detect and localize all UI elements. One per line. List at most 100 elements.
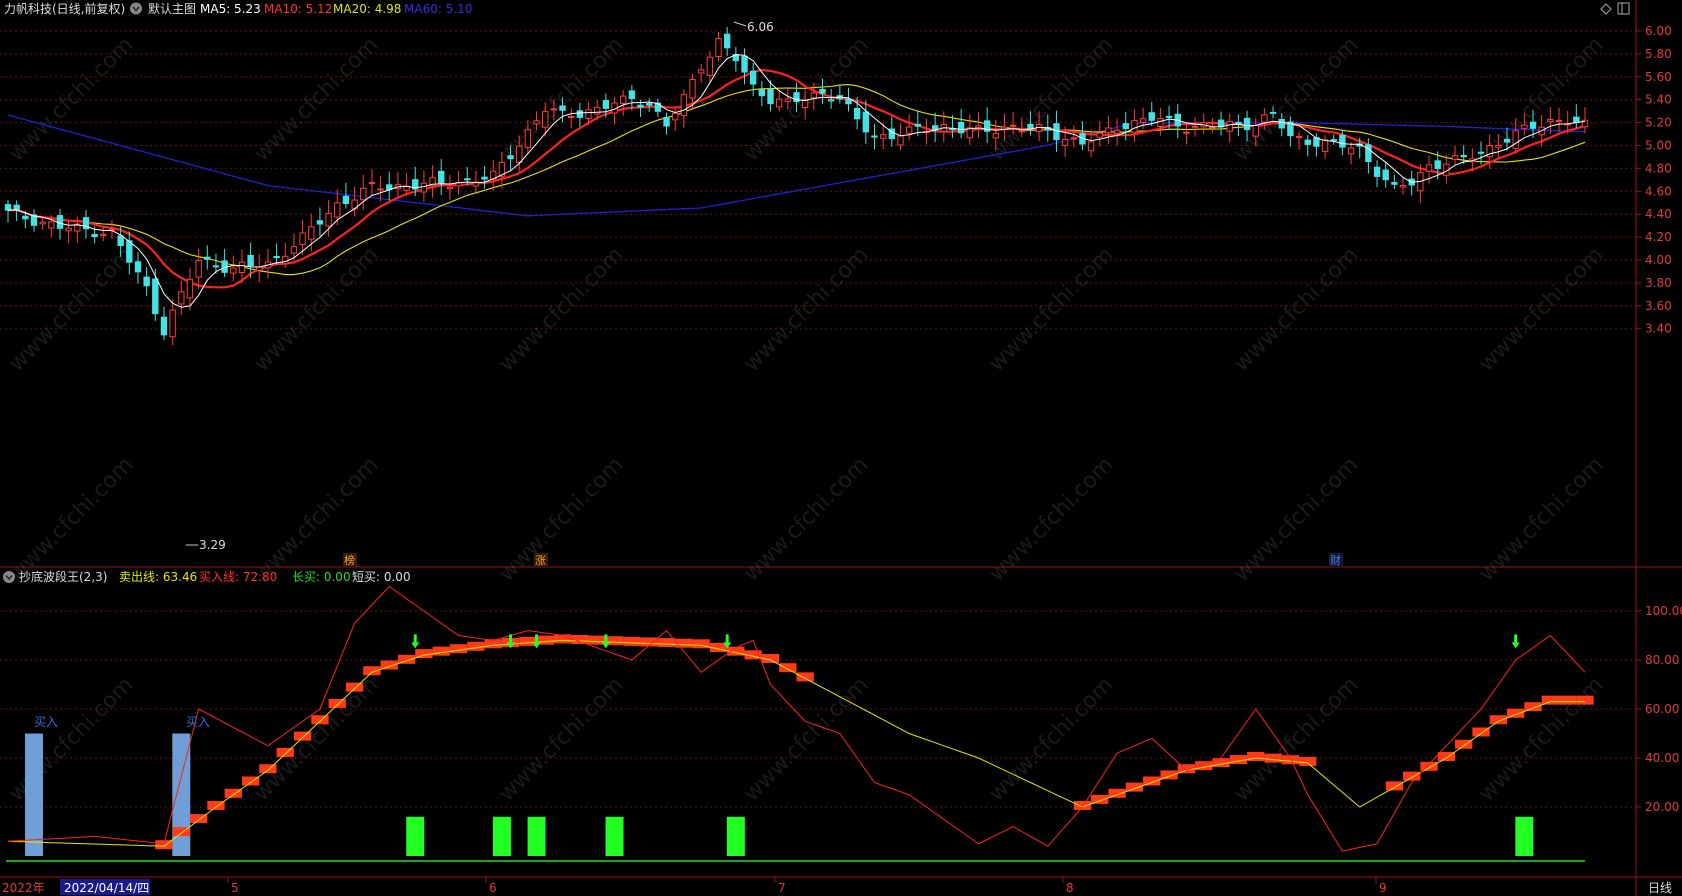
candle-body: [698, 69, 705, 74]
candle-body: [1434, 160, 1441, 170]
high-value: 6.06: [747, 20, 774, 34]
candle-body: [1061, 138, 1069, 146]
candle-body: [420, 182, 428, 193]
view-name[interactable]: 默认主图: [148, 1, 196, 16]
candle-body: [827, 99, 835, 102]
candle-body: [195, 259, 202, 278]
candle-body: [507, 155, 514, 160]
candle-body: [1555, 119, 1563, 122]
candle-body: [1009, 124, 1017, 127]
event-marker-rank[interactable]: 榜: [343, 553, 357, 567]
indicator-settings-icon[interactable]: [3, 571, 15, 583]
event-marker-finance[interactable]: 财: [1329, 553, 1343, 567]
candle-body: [464, 178, 471, 181]
candle-body: [4, 204, 12, 211]
candle-body: [646, 103, 653, 106]
candle-body: [749, 70, 757, 85]
candle-body: [152, 278, 159, 315]
candle-body: [1243, 117, 1251, 131]
candle-body: [1304, 139, 1311, 145]
candle-body: [992, 132, 999, 139]
price-tick: 4.20: [1645, 230, 1672, 244]
current-date: 2022/04/14/四: [64, 881, 149, 895]
step-block: [467, 641, 485, 651]
indicator-name[interactable]: 抄底波段王(2,3): [19, 569, 107, 584]
candle-body: [1261, 114, 1268, 123]
candle-body: [914, 123, 921, 127]
price-tick: 5.00: [1645, 139, 1672, 153]
candle-body: [1495, 144, 1502, 148]
candle-body: [169, 309, 176, 338]
candle-body: [1018, 130, 1025, 133]
candle-body: [637, 104, 644, 108]
candle-body: [594, 106, 601, 115]
price-tick: 4.40: [1645, 207, 1672, 221]
candle-body: [533, 120, 540, 125]
candle-body: [1382, 169, 1389, 181]
signal-bar: [605, 816, 624, 856]
candle-body: [672, 112, 679, 121]
candle-body: [689, 79, 696, 99]
period-label[interactable]: 日线: [1648, 881, 1672, 895]
candle-body: [1295, 135, 1303, 138]
candle-body: [1269, 111, 1277, 114]
candle-body: [1547, 119, 1554, 123]
step-block: [1559, 695, 1577, 705]
candle-body: [1252, 124, 1259, 137]
step-block: [432, 646, 450, 656]
candle-body: [1087, 141, 1095, 152]
event-marker-rise-text: 涨: [535, 554, 546, 567]
sell-arrow: [1511, 634, 1520, 649]
settings-icon[interactable]: [130, 2, 142, 15]
candle-body: [65, 227, 72, 232]
stock-title[interactable]: 力帆科技(日线,前复权): [4, 1, 125, 16]
ma60-label: MA60: 5.10: [404, 2, 472, 16]
sell-line-label: 卖出线: 63.46: [119, 570, 197, 584]
candle-body: [602, 99, 610, 109]
candle-body: [186, 278, 194, 299]
indicator-tick: 20.00: [1645, 800, 1679, 814]
month-label: 8: [1066, 881, 1074, 895]
month-label: 5: [231, 881, 239, 895]
candle-body: [957, 121, 965, 134]
price-tick: 5.40: [1645, 93, 1672, 107]
event-marker-rise[interactable]: 涨: [534, 553, 548, 567]
short-buy-label: 短买: 0.00: [352, 570, 411, 584]
candle-body: [1529, 121, 1537, 129]
price-tick: 4.00: [1645, 253, 1672, 267]
indicator-tick: 40.00: [1645, 751, 1679, 765]
candle-body: [1070, 137, 1077, 140]
candle-body: [1503, 138, 1511, 143]
candle-body: [1321, 139, 1329, 152]
watermark-text: www.cfchi.com: [984, 672, 1118, 806]
step-block: [1299, 756, 1317, 766]
step-block: [345, 682, 364, 692]
step-block: [623, 636, 641, 646]
candle-body: [1131, 119, 1138, 133]
step-block: [259, 764, 277, 774]
ma10-label: MA10: 5.12: [264, 2, 332, 16]
candle-body: [741, 55, 748, 73]
candle-body: [775, 98, 783, 108]
step-block: [1541, 695, 1560, 705]
candle-body: [342, 195, 350, 205]
indicator-header: 抄底波段王(2,3) 卖出线: 63.46 买入线: 72.80 长买: 0.0…: [3, 569, 411, 584]
step-block: [1489, 715, 1508, 725]
price-tick: 3.80: [1645, 276, 1672, 290]
candle-body: [542, 111, 549, 128]
candle-body: [446, 186, 454, 190]
candle-body: [516, 145, 523, 164]
buy-label-1: 买入: [34, 715, 58, 729]
candle-body: [160, 316, 168, 336]
stock-chart[interactable]: www.cfchi.com www.cfchi.com www.cfchi.com w…: [0, 0, 1682, 896]
watermark-text: www.cfchi.com: [4, 672, 138, 806]
candle-body: [1217, 119, 1225, 128]
step-block: [1420, 761, 1438, 771]
candle-body: [810, 92, 818, 99]
candle-body: [585, 109, 592, 119]
step-block: [328, 698, 346, 708]
indicator-axis: 100.00 80.00 60.00 40.00 20.00: [1636, 604, 1682, 814]
candle-body: [39, 221, 46, 225]
watermark-text: www.cfchi.com: [249, 672, 383, 806]
step-block: [1247, 752, 1265, 761]
